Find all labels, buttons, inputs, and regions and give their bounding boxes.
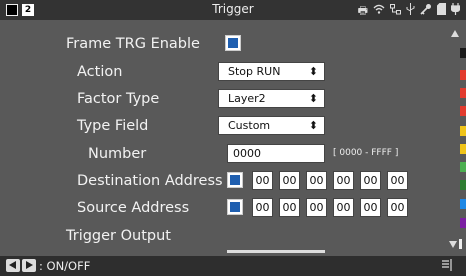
checkbox-checked-mark — [228, 38, 238, 48]
bottom-bar: : ON/OFF — [0, 256, 466, 276]
trigger-settings-screen: 2 Trigger 🖶 Frame TRG Enable Action Stop… — [0, 0, 466, 276]
factor-type-select[interactable]: Layer2 ⬍ — [218, 89, 325, 108]
usb-icon — [406, 3, 415, 19]
checkbox-checked-mark — [230, 175, 240, 185]
factor-type-select-value: Layer2 — [228, 92, 266, 105]
row-number: Number 0000 [ 0000 - FFFF ] — [0, 143, 445, 170]
trigger-output-label: Trigger Output — [66, 228, 171, 244]
sd-card-icon — [437, 3, 446, 19]
row-source-address: Source Address 00 00 00 00 00 00 — [0, 197, 445, 224]
source-address-octet-6[interactable]: 00 — [387, 198, 408, 217]
side-marker-black — [460, 48, 466, 58]
side-marker-red-1 — [460, 70, 466, 80]
destination-address-octet-2[interactable]: 00 — [279, 171, 300, 190]
scroll-down-arrow-icon[interactable] — [449, 241, 457, 248]
right-arrow-icon — [26, 261, 33, 269]
source-address-label: Source Address — [77, 200, 190, 216]
type-field-label: Type Field — [77, 118, 149, 134]
side-marker-green-1 — [460, 162, 466, 172]
source-address-octet-3[interactable]: 00 — [306, 198, 327, 217]
title-bar: 2 Trigger 🖶 — [0, 0, 466, 20]
action-select[interactable]: Stop RUN ⬍ — [218, 62, 325, 81]
frame-trg-enable-checkbox[interactable] — [225, 35, 241, 51]
row-frame-trg-enable: Frame TRG Enable — [0, 33, 445, 60]
destination-address-octet-6[interactable]: 00 — [387, 171, 408, 190]
side-marker-yellow-1 — [460, 126, 466, 136]
up-down-chevron-icon: ⬍ — [308, 119, 318, 132]
row-action: Action Stop RUN ⬍ — [0, 61, 445, 88]
factor-type-label: Factor Type — [77, 91, 160, 107]
network-icon — [390, 3, 401, 19]
side-marker-green-2 — [460, 180, 466, 190]
source-address-octet-5[interactable]: 00 — [360, 198, 381, 217]
right-arrow-button[interactable] — [22, 259, 36, 272]
destination-address-octet-5[interactable]: 00 — [360, 171, 381, 190]
up-down-chevron-icon: ⬍ — [308, 92, 318, 105]
destination-address-label: Destination Address — [77, 173, 223, 189]
checkbox-checked-mark — [230, 202, 240, 212]
left-arrow-button[interactable] — [6, 259, 20, 272]
side-marker-blue — [460, 199, 466, 209]
type-field-select[interactable]: Custom ⬍ — [218, 116, 325, 135]
source-address-octet-4[interactable]: 00 — [333, 198, 354, 217]
source-address-checkbox[interactable] — [227, 199, 243, 215]
left-arrow-icon — [9, 261, 16, 269]
number-input-value: 0000 — [233, 147, 261, 160]
partially-visible-control — [227, 250, 325, 253]
row-destination-address: Destination Address 00 00 00 00 00 00 — [0, 170, 445, 197]
key-icon — [420, 3, 432, 19]
destination-address-octet-4[interactable]: 00 — [333, 171, 354, 190]
frame-trg-enable-label: Frame TRG Enable — [66, 36, 200, 52]
row-factor-type: Factor Type Layer2 ⬍ — [0, 88, 445, 115]
action-select-value: Stop RUN — [228, 65, 281, 78]
destination-address-checkbox[interactable] — [227, 172, 243, 188]
row-type-field: Type Field Custom ⬍ — [0, 115, 445, 142]
wifi-icon — [373, 4, 385, 18]
number-label: Number — [88, 146, 147, 162]
source-address-octet-2[interactable]: 00 — [279, 198, 300, 217]
number-range-hint: [ 0000 - FFFF ] — [333, 148, 399, 158]
scroll-up-arrow-icon[interactable] — [451, 30, 459, 37]
side-marker-yellow-2 — [460, 144, 466, 154]
printer-icon: 🖶 — [357, 4, 368, 17]
power-plug-icon — [450, 3, 461, 19]
up-down-chevron-icon: ⬍ — [308, 65, 318, 78]
status-icons: 🖶 — [357, 3, 461, 19]
destination-address-octet-1[interactable]: 00 — [252, 171, 273, 190]
destination-address-octet-3[interactable]: 00 — [306, 171, 327, 190]
scrollbar-thumb[interactable] — [459, 239, 462, 249]
action-label: Action — [77, 64, 123, 80]
side-marker-purple — [460, 218, 466, 228]
key-hint: : ON/OFF — [39, 259, 91, 273]
row-trigger-output[interactable]: Trigger Output — [0, 225, 445, 253]
menu-icon[interactable] — [442, 259, 452, 274]
side-marker-red-2 — [460, 88, 466, 98]
type-field-select-value: Custom — [228, 119, 271, 132]
number-input[interactable]: 0000 — [227, 144, 325, 163]
side-marker-red-3 — [460, 106, 466, 116]
source-address-octet-1[interactable]: 00 — [252, 198, 273, 217]
